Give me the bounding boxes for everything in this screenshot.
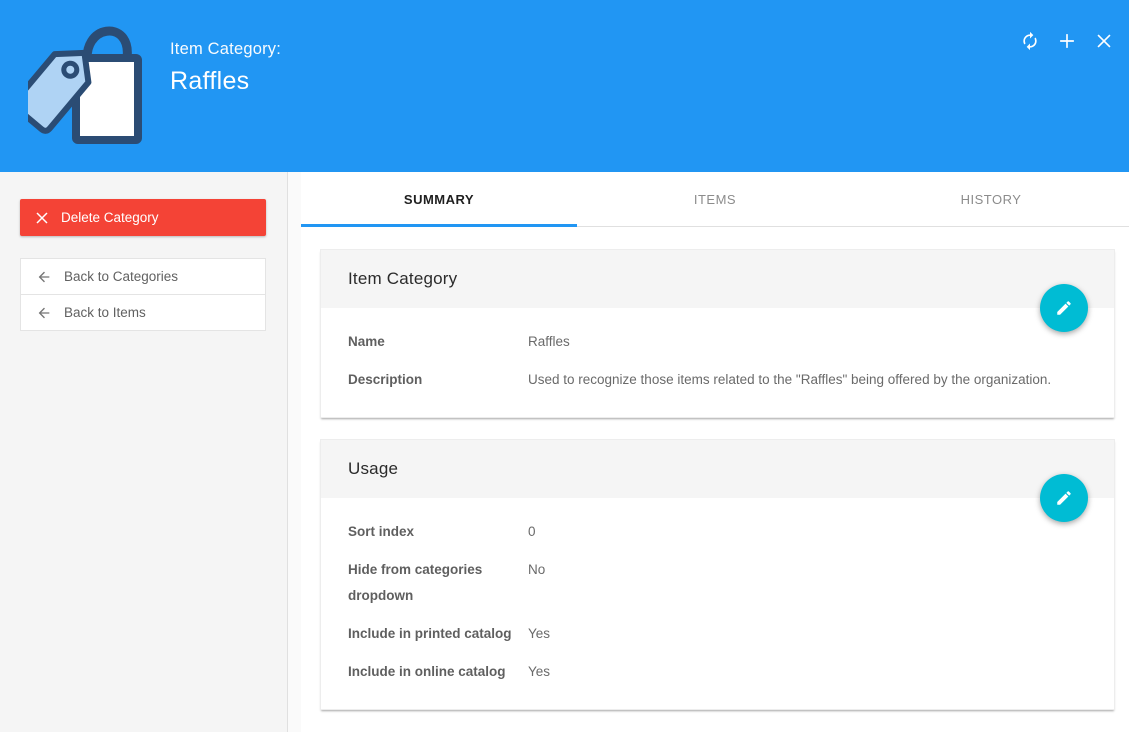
item-category-card-body: Name Raffles Description Used to recogni… bbox=[321, 308, 1114, 417]
back-arrow-icon bbox=[36, 305, 52, 321]
field-value: Raffles bbox=[528, 334, 570, 349]
refresh-icon[interactable] bbox=[1017, 28, 1043, 54]
shopping-bag-tag-icon bbox=[11, 16, 152, 157]
page-title: Raffles bbox=[170, 67, 250, 95]
field-value: 0 bbox=[528, 524, 536, 539]
field-label: Include in printed catalog bbox=[348, 626, 512, 641]
item-category-card-header: Item Category bbox=[321, 250, 1114, 308]
field-row-hide-from-dropdown: Hide from categories dropdown No bbox=[348, 557, 1087, 609]
usage-card-body: Sort index 0 Hide from categories dropdo… bbox=[321, 498, 1114, 709]
field-label: Include in online catalog bbox=[348, 664, 506, 679]
content-row: Delete Category Back to Categories Back … bbox=[0, 172, 1129, 732]
field-value: No bbox=[528, 562, 546, 577]
header-actions bbox=[1017, 28, 1117, 54]
field-value: Used to recognize those items related to… bbox=[528, 372, 1052, 387]
sidebar: Delete Category Back to Categories Back … bbox=[0, 172, 288, 732]
back-to-items-label: Back to Items bbox=[64, 305, 146, 320]
header-text: Item Category: Raffles bbox=[170, 40, 281, 96]
back-arrow-icon bbox=[36, 269, 52, 285]
sidebar-gutter bbox=[288, 172, 301, 732]
item-category-card: Item Category Name Raffles Description U… bbox=[320, 249, 1115, 418]
field-row-printed-catalog: Include in printed catalog Yes bbox=[348, 621, 1087, 647]
app-header: Item Category: Raffles bbox=[0, 0, 1129, 172]
field-row-name: Name Raffles bbox=[348, 329, 1087, 355]
main-panel: SUMMARY ITEMS HISTORY Item Category Name… bbox=[301, 172, 1129, 732]
field-label: Hide from categories dropdown bbox=[348, 562, 483, 603]
page-kicker: Item Category: bbox=[170, 40, 282, 58]
field-row-online-catalog: Include in online catalog Yes bbox=[348, 659, 1087, 685]
card-title: Usage bbox=[348, 459, 399, 478]
edit-item-category-button[interactable] bbox=[1040, 284, 1088, 332]
tab-history[interactable]: HISTORY bbox=[853, 172, 1129, 226]
tab-items[interactable]: ITEMS bbox=[577, 172, 853, 226]
pencil-icon bbox=[1055, 489, 1073, 507]
tab-summary[interactable]: SUMMARY bbox=[301, 172, 577, 227]
edit-usage-button[interactable] bbox=[1040, 474, 1088, 522]
field-label: Sort index bbox=[348, 524, 415, 539]
close-icon[interactable] bbox=[1091, 28, 1117, 54]
field-row-description: Description Used to recognize those item… bbox=[348, 367, 1087, 393]
delete-category-button[interactable]: Delete Category bbox=[20, 199, 266, 236]
usage-card-header: Usage bbox=[321, 440, 1114, 498]
back-to-items-link[interactable]: Back to Items bbox=[20, 294, 266, 331]
tab-bar: SUMMARY ITEMS HISTORY bbox=[301, 172, 1129, 227]
back-to-categories-link[interactable]: Back to Categories bbox=[20, 258, 266, 295]
field-value: Yes bbox=[528, 664, 551, 679]
field-label: Name bbox=[348, 334, 385, 349]
field-label: Description bbox=[348, 372, 423, 387]
field-row-sort-index: Sort index 0 bbox=[348, 519, 1087, 545]
card-title: Item Category bbox=[348, 269, 458, 288]
delete-x-icon bbox=[36, 211, 48, 224]
delete-category-label: Delete Category bbox=[61, 210, 159, 225]
add-icon[interactable] bbox=[1054, 28, 1080, 54]
back-to-categories-label: Back to Categories bbox=[64, 269, 179, 284]
sidebar-nav: Back to Categories Back to Items bbox=[20, 258, 266, 331]
page-content: Item Category Name Raffles Description U… bbox=[301, 227, 1129, 732]
pencil-icon bbox=[1055, 299, 1073, 317]
field-value: Yes bbox=[528, 626, 551, 641]
usage-card: Usage Sort index 0 Hide from categories … bbox=[320, 439, 1115, 710]
